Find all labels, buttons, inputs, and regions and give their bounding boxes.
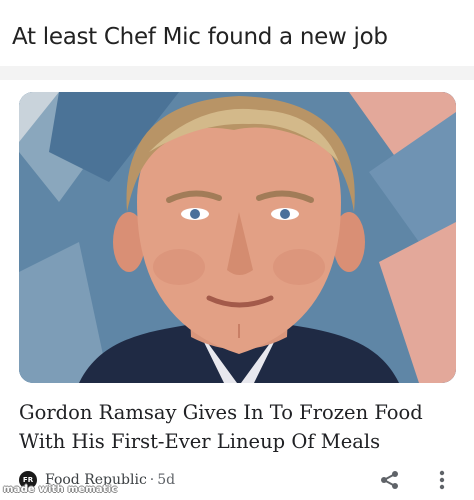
headline-line-2: With His First-Ever Lineup Of Meals <box>19 430 381 453</box>
share-icon <box>381 471 398 489</box>
more-vert-icon <box>439 470 445 490</box>
mematic-watermark: made with mematic <box>3 484 118 495</box>
more-options-button[interactable] <box>435 469 449 491</box>
article-headline[interactable]: Gordon Ramsay Gives In To Frozen Food Wi… <box>19 398 459 456</box>
news-card[interactable]: Gordon Ramsay Gives In To Frozen Food Wi… <box>0 80 474 500</box>
headline-line-1: Gordon Ramsay Gives In To Frozen Food <box>19 401 423 424</box>
article-image[interactable] <box>19 92 456 383</box>
article-age: 5d <box>157 472 176 488</box>
portrait-illustration <box>19 92 456 383</box>
meta-separator: · <box>149 472 155 488</box>
meme-caption: At least Chef Mic found a new job <box>12 24 388 50</box>
caption-divider <box>0 66 474 80</box>
share-button[interactable] <box>379 469 401 491</box>
